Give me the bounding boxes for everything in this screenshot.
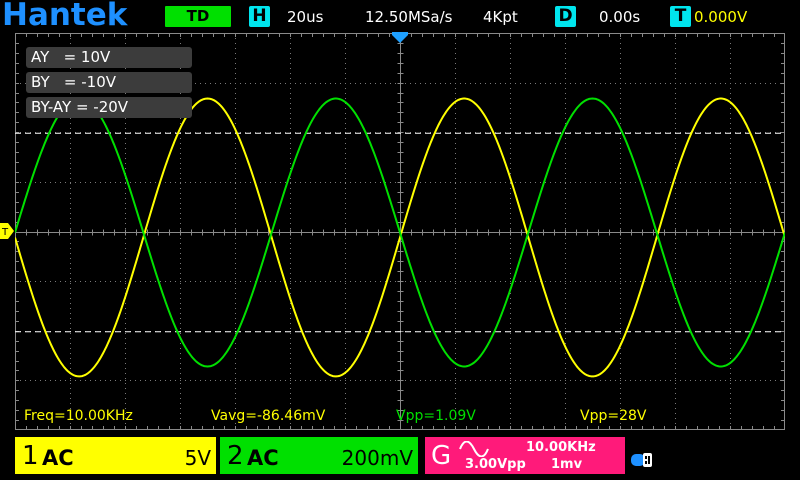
measurement-ch2-vpp: Vpp=1.09V [396, 408, 476, 424]
cursor-delta-readout: BY-AY = -20V [26, 97, 192, 118]
ch2-scale: 200mV [341, 446, 413, 470]
trigger-level-value[interactable]: 0.000V [694, 7, 747, 27]
usb-icon [631, 453, 652, 467]
mode-badge[interactable]: TD [165, 6, 231, 27]
generator-amplitude: 3.00Vpp [465, 457, 526, 472]
trigger-position-icon[interactable] [392, 32, 408, 44]
generator-offset: 1mv [551, 457, 583, 472]
timebase-value[interactable]: 20us [287, 7, 323, 27]
cursor-ay-readout: AY = 10V [26, 47, 192, 68]
ch2-settings-button[interactable]: 2 AC 200mV [220, 437, 418, 474]
brand-logo: Hantek [2, 0, 128, 33]
trigger-level-icon[interactable]: T [0, 223, 15, 239]
ch2-coupling: AC [247, 446, 279, 470]
measurement-ch1-vpp: Vpp=28V [580, 408, 647, 424]
trigger-tag: T [670, 6, 691, 27]
delay-value[interactable]: 0.00s [599, 7, 640, 27]
ch2-number: 2 [227, 441, 244, 471]
generator-frequency: 10.00KHz [526, 440, 596, 455]
ch1-settings-button[interactable]: 1 AC 5V [15, 437, 216, 474]
ch1-coupling: AC [42, 446, 74, 470]
measurement-frequency: Freq=10.00KHz [24, 408, 133, 424]
ch1-scale: 5V [184, 446, 211, 470]
memory-depth-value[interactable]: 4Kpt [483, 7, 518, 27]
timebase-tag: H [249, 6, 270, 27]
measurement-average: Vavg=-86.46mV [211, 408, 326, 424]
ch1-number: 1 [22, 441, 39, 471]
cursor-by-readout: BY = -10V [26, 72, 192, 93]
top-status-bar: Hantek TD H 20us 12.50MSa/s 4Kpt D 0.00s… [0, 0, 800, 33]
sine-wave-icon [459, 441, 489, 457]
generator-letter: G [431, 441, 452, 471]
delay-tag: D [555, 6, 576, 27]
generator-settings-button[interactable]: G 10.00KHz 3.00Vpp 1mv [425, 437, 625, 474]
sample-rate-value: 12.50MSa/s [365, 8, 453, 26]
svg-text:T: T [1, 227, 9, 238]
